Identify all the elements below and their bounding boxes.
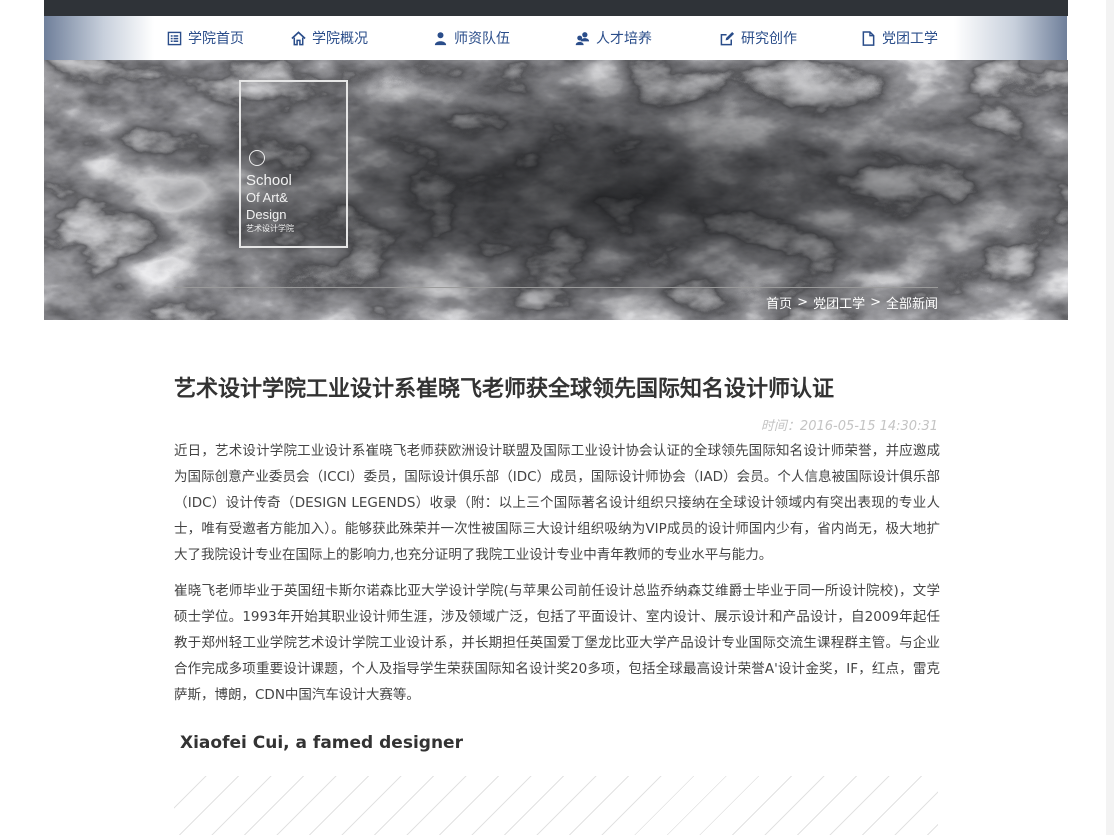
nav-label: 学院首页 [188,31,244,47]
logo-mark-icon [249,150,265,166]
logo-subtitle: 艺术设计学院 [246,224,294,233]
school-logo: School Of Art& Design 艺术设计学院 [239,80,348,248]
article-paragraph: 近日，艺术设计学院工业设计系崔晓飞老师获欧洲设计联盟及国际工业设计协会认证的全球… [174,443,940,563]
marble-background [44,60,1068,320]
article-time: 时间：2016-05-15 14:30:31 [760,419,938,434]
breadcrumb-separator: > [870,295,881,310]
breadcrumb-home[interactable]: 首页 [766,293,792,312]
breadcrumb-current[interactable]: 全部新闻 [886,293,938,312]
nav-item-home[interactable]: 学院首页 [166,16,244,60]
nav-item-training[interactable]: 人才培养 [574,16,652,60]
logo-text: School Of Art& Design 艺术设计学院 [246,172,294,234]
article-paragraph: 崔晓飞老师毕业于英国纽卡斯尔诺森比亚大学设计学院(与苹果公司前任设计总监乔纳森艾… [174,583,940,703]
logo-line-1: School [246,172,292,189]
nav-label: 人才培养 [596,31,652,47]
nav-label: 研究创作 [741,31,797,47]
user-icon [432,30,448,46]
nav-item-about[interactable]: 学院概况 [290,16,368,60]
nav-item-faculty[interactable]: 师资队伍 [432,16,510,60]
article-title: 艺术设计学院工业设计系崔晓飞老师获全球领先国际知名设计师认证 [174,377,835,402]
article-body: 近日，艺术设计学院工业设计系崔晓飞老师获欧洲设计联盟及国际工业设计协会认证的全球… [174,438,940,718]
scrollbar[interactable] [1106,0,1114,835]
image-caption: Xiaofei Cui, a famed designer [180,733,463,753]
breadcrumb-separator: > [797,295,809,310]
document-icon [860,30,876,46]
breadcrumb-divider [174,287,938,288]
list-icon [166,30,182,46]
header-banner: School Of Art& Design 艺术设计学院 首页 > 党团工学 >… [44,60,1068,320]
users-icon [574,30,590,46]
article-image-placeholder [174,776,938,835]
logo-line-2: Of Art& [246,190,288,205]
nav-item-party[interactable]: 党团工学 [860,16,938,60]
nav-label: 党团工学 [882,31,938,47]
main-nav: 学院首页 学院概况 师资队伍 人才培养 研究创作 党团工学 [44,16,1067,60]
breadcrumb: 首页 > 党团工学 > 全部新闻 [766,293,938,312]
home-icon [290,30,306,46]
breadcrumb-section[interactable]: 党团工学 [813,293,865,312]
nav-label: 学院概况 [312,31,368,47]
top-bar [44,0,1068,16]
nav-label: 师资队伍 [454,31,510,47]
nav-item-research[interactable]: 研究创作 [719,16,797,60]
edit-icon [719,30,735,46]
logo-line-3: Design [246,207,287,222]
